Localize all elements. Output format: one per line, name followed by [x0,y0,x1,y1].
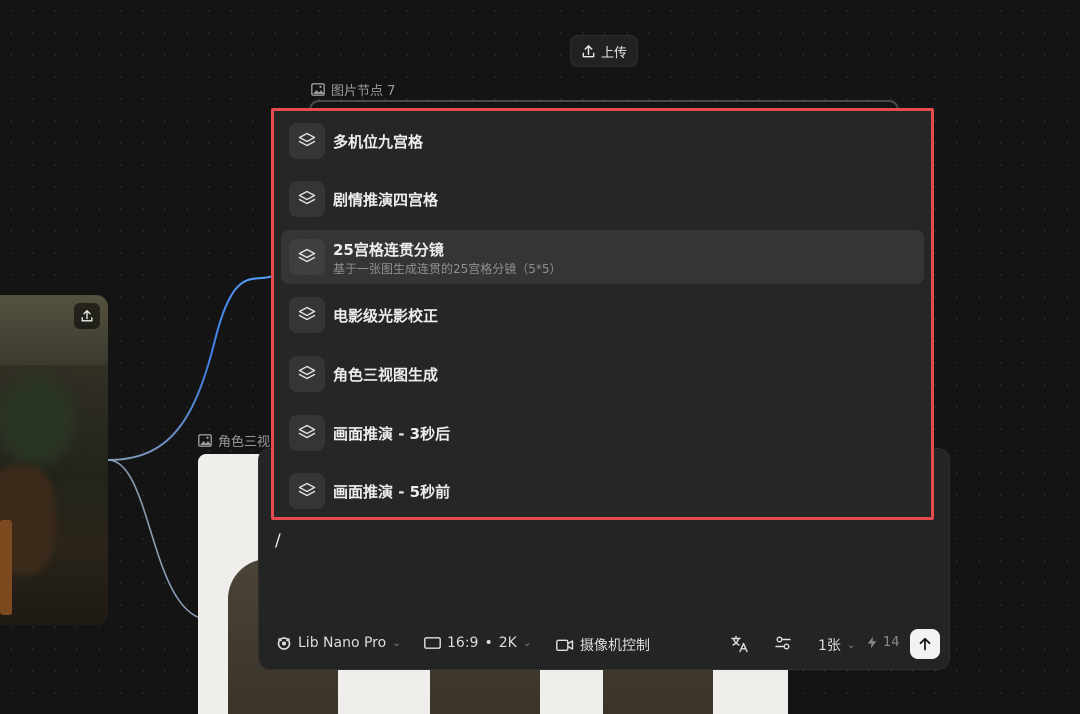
layers-icon [289,239,325,275]
chevron-down-icon: ⌄ [846,639,856,651]
menu-item-title: 25宫格连贯分镜 [333,241,444,259]
layers-icon [289,415,325,451]
menu-item-title: 画面推演 - 5秒前 [333,482,451,501]
menu-item-25-grid-storyboard[interactable]: 25宫格连贯分镜 基于一张图生成连贯的25宫格分镜（5*5） [281,230,924,284]
menu-item-title: 角色三视图生成 [333,365,439,384]
model-select[interactable]: Lib Nano Pro ⌄ [276,635,401,651]
translate-icon [731,635,749,653]
separator-dot: • [484,635,493,651]
menu-item-title: 画面推演 - 3秒后 [333,424,451,443]
layers-icon [289,473,325,509]
upload-icon [80,309,94,323]
upload-label: 上传 [600,45,627,61]
arrow-up-icon [918,637,932,651]
menu-item-description: 基于一张图生成连贯的25宫格分镜（5*5） [333,262,562,276]
card-upload-button[interactable] [74,303,100,329]
image-icon [198,434,212,447]
lightning-icon [867,636,877,649]
translate-button[interactable] [731,635,749,653]
upload-icon [581,44,596,59]
menu-item-title: 剧情推演四宫格 [333,190,439,209]
image-count-select[interactable]: 1张 ⌄ [818,635,855,655]
menu-item-cinematic-lighting[interactable]: 电影级光影校正 [281,288,924,342]
command-menu: 多机位九宫格 剧情推演四宫格 25宫格连贯分镜 基于一张图生成连贯的25宫格分镜… [271,108,934,520]
menu-item-title: 电影级光影校正 [333,306,439,325]
upload-button[interactable]: 上传 [570,35,638,67]
layers-icon [289,297,325,333]
image-icon [311,83,325,96]
connection-line-to-node-3v [107,459,201,619]
layers-icon [289,356,325,392]
node-7-title: 图片节点 7 [331,84,396,99]
node-7-label: 图片节点 7 [311,80,395,99]
sliders-icon [775,635,791,651]
menu-item-extrapolate-3s-after[interactable]: 画面推演 - 3秒后 [281,406,924,460]
source-image-card[interactable] [0,295,108,625]
credits-display: 14 [867,635,900,650]
aspect-resolution-select[interactable]: 16:9 • 2K ⌄ [424,635,531,651]
prompt-input[interactable]: / [275,531,281,551]
menu-item-extrapolate-5s-before[interactable]: 画面推演 - 5秒前 [281,464,924,518]
node-3v-label: 角色三视 [198,431,270,450]
camera-control-button[interactable]: 摄像机控制 [556,635,650,655]
credits-value: 14 [883,635,900,650]
chevron-down-icon: ⌄ [522,637,532,649]
model-icon [276,635,292,651]
chevron-down-icon: ⌄ [392,637,401,649]
layers-icon [289,123,325,159]
settings-sliders-button[interactable] [775,635,791,651]
menu-item-character-turnaround[interactable]: 角色三视图生成 [281,347,924,401]
camera-control-label: 摄像机控制 [580,638,650,654]
aspect-label: 16:9 [447,635,479,651]
resolution-label: 2K [498,635,517,651]
menu-item-title: 多机位九宫格 [333,132,424,151]
count-label: 1张 [818,638,841,654]
aspect-ratio-icon [424,637,441,649]
camera-icon [556,638,574,652]
layers-icon [289,181,325,217]
node-3v-title: 角色三视 [218,435,271,450]
menu-item-plot-4-grid[interactable]: 剧情推演四宫格 [281,172,924,226]
menu-item-multi-camera-grid[interactable]: 多机位九宫格 [281,114,924,168]
model-label: Lib Nano Pro [298,635,387,651]
send-button[interactable] [910,629,940,659]
